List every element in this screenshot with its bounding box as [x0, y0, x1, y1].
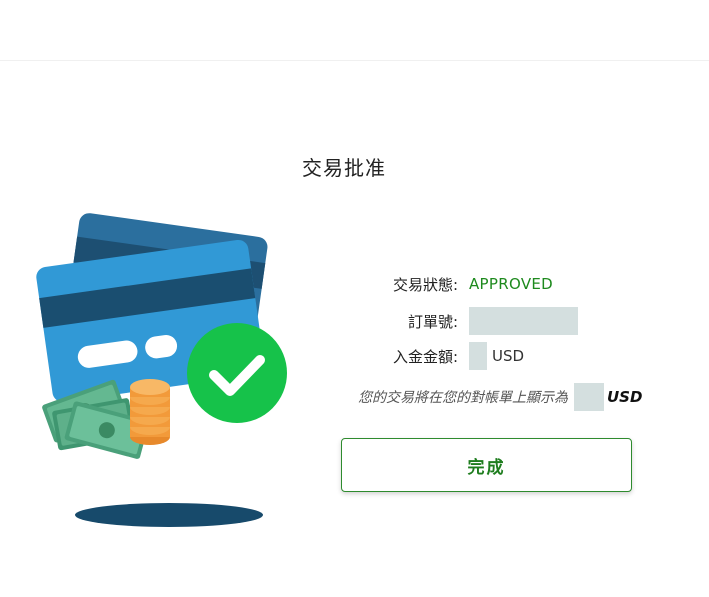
- statement-row: 您的交易將在您的對帳單上顯示為 USD: [0, 383, 709, 411]
- statement-currency: USD: [607, 388, 643, 406]
- amount-label: 入金金額:: [392, 347, 458, 366]
- statement-text: 您的交易將在您的對帳單上顯示為: [358, 390, 568, 406]
- order-label: 訂單號:: [407, 312, 458, 331]
- amount-redacted: [469, 342, 487, 370]
- page-title: 交易批准: [302, 156, 386, 180]
- order-number-redacted: [469, 307, 578, 335]
- order-row: 訂單號:: [0, 307, 709, 335]
- payment-illustration: [30, 205, 300, 535]
- amount-row: 入金金額: USD: [0, 342, 709, 370]
- statement-amount-redacted: [574, 383, 604, 411]
- amount-currency: USD: [492, 347, 525, 365]
- status-label: 交易狀態:: [392, 275, 458, 294]
- transaction-approved-page: 交易批准 交易狀態: APPROVED 訂單號: 入金金額: USD 您的交易將…: [0, 0, 709, 597]
- done-button[interactable]: 完成: [341, 438, 632, 492]
- top-bar: [0, 0, 709, 61]
- status-row: 交易狀態: APPROVED: [0, 270, 709, 298]
- shadow-ellipse: [75, 503, 263, 527]
- status-value: APPROVED: [469, 275, 554, 293]
